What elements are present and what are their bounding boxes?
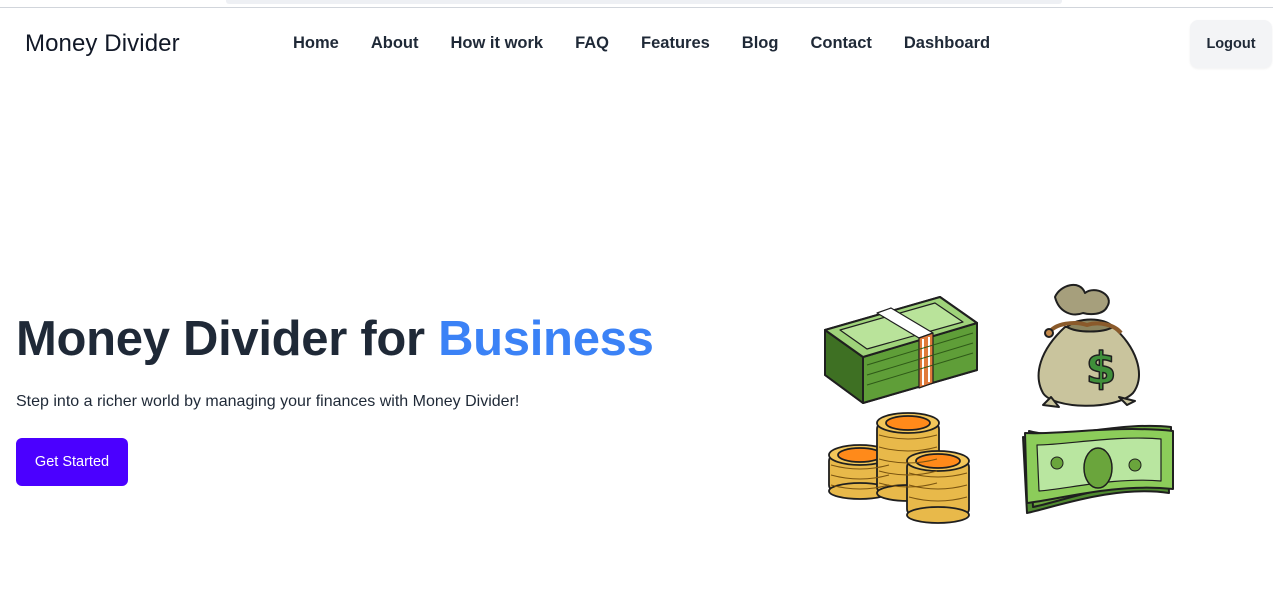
- hero-subtitle: Step into a richer world by managing you…: [16, 393, 520, 410]
- nav-link-home[interactable]: Home: [293, 34, 339, 53]
- money-illustration: $: [815, 275, 1185, 530]
- logout-button[interactable]: Logout: [1190, 20, 1272, 68]
- nav-link-blog[interactable]: Blog: [742, 34, 779, 53]
- money-bag-icon: $: [1037, 283, 1141, 408]
- cash-stack-icon: [824, 296, 978, 404]
- top-scroll-hint: [226, 0, 1062, 4]
- nav-link-contact[interactable]: Contact: [810, 34, 871, 53]
- nav-link-about[interactable]: About: [371, 34, 419, 53]
- brand-logo[interactable]: Money Divider: [25, 30, 180, 58]
- hero-title-main: Money Divider for: [16, 312, 425, 366]
- hero-title-accent: Business: [438, 312, 654, 366]
- svg-text:$: $: [1086, 343, 1117, 394]
- get-started-button[interactable]: Get Started: [16, 438, 128, 486]
- banknote-icon: [1022, 424, 1174, 514]
- nav-links: Home About How it work FAQ Features Blog…: [293, 34, 990, 53]
- hero-title: Money Divider for Business: [16, 311, 654, 367]
- browser-top-strip: [0, 0, 1273, 8]
- nav-link-dashboard[interactable]: Dashboard: [904, 34, 990, 53]
- navbar: Money Divider Home About How it work FAQ…: [0, 9, 1273, 81]
- coin-stacks-icon: [828, 412, 970, 524]
- nav-link-features[interactable]: Features: [641, 34, 710, 53]
- nav-link-faq[interactable]: FAQ: [575, 34, 609, 53]
- nav-link-how-it-work[interactable]: How it work: [451, 34, 544, 53]
